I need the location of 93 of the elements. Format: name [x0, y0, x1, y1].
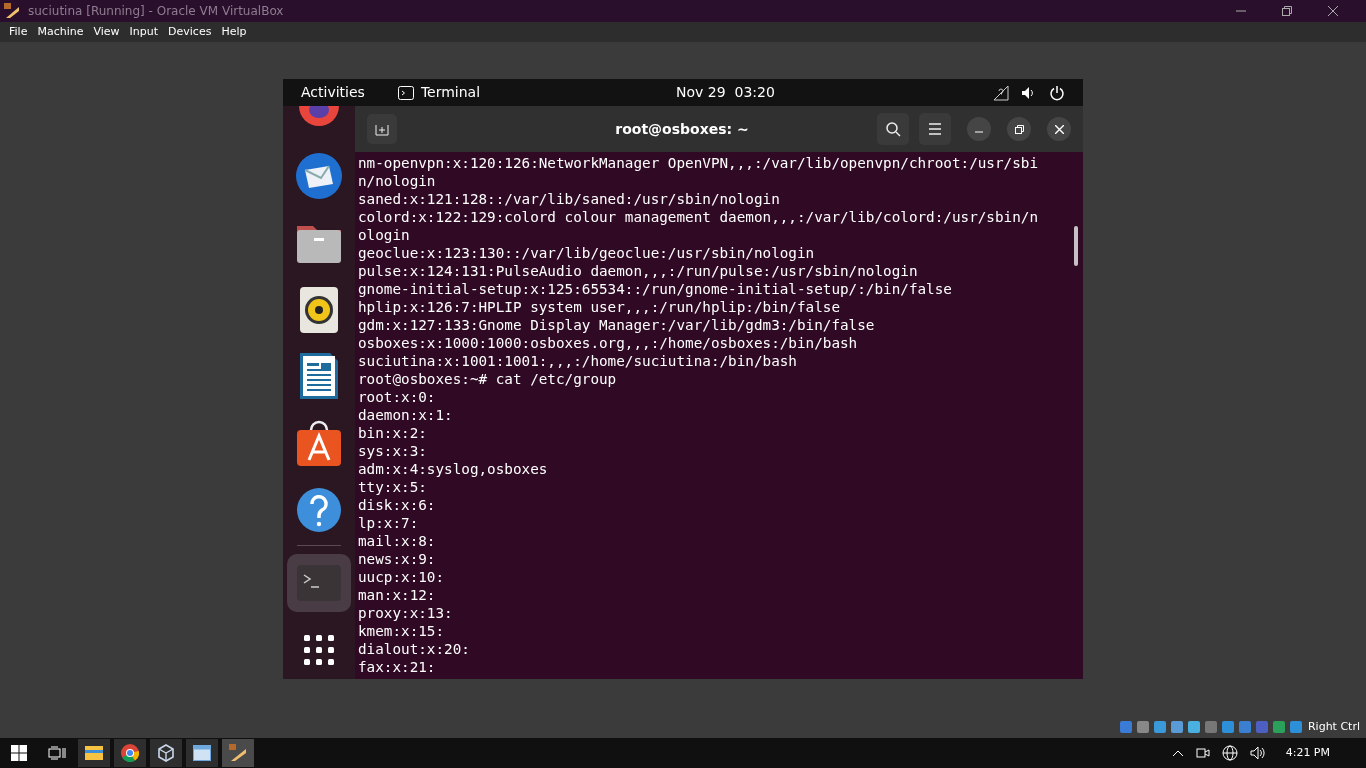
power-icon[interactable] — [1049, 84, 1065, 101]
taskbar-app[interactable] — [222, 739, 254, 767]
vm-icon — [228, 743, 248, 763]
camera-icon[interactable] — [1195, 746, 1210, 760]
menu-item[interactable]: Help — [216, 23, 252, 41]
speaker-icon — [300, 286, 338, 333]
network-icon[interactable] — [993, 84, 1009, 101]
menu-icon — [928, 123, 942, 135]
search-button[interactable] — [877, 113, 909, 145]
app-menu[interactable]: Terminal — [420, 82, 481, 103]
terminal-line: gnome-initial-setup:x:125:65534::/run/gnome-initial-setup/:/bin/false — [358, 280, 953, 298]
clock[interactable]: Nov 29 03:20 — [676, 82, 775, 103]
device-status-icon[interactable] — [1152, 719, 1167, 734]
menu-item[interactable]: File — [4, 23, 33, 41]
device-status-icon[interactable] — [1288, 719, 1303, 734]
terminal-line: geoclue:x:123:130::/var/lib/geoclue:/usr/sbin/nologin — [358, 244, 816, 262]
restore-icon[interactable] — [1282, 6, 1292, 16]
taskbar-clock[interactable]: 4:21 PM — [1285, 744, 1330, 762]
taskbar-app[interactable] — [186, 739, 218, 767]
terminal-line: adm:x:4:syslog,osboxes — [358, 460, 549, 478]
terminal-line: news:x:9: — [358, 550, 437, 568]
activities-button[interactable]: Activities — [301, 82, 365, 103]
cube-icon — [158, 744, 174, 762]
volume-icon[interactable] — [1249, 746, 1266, 760]
terminal-line: sys:x:3: — [358, 442, 428, 460]
restore-icon — [1014, 124, 1024, 134]
task-view-icon — [48, 746, 66, 760]
terminal-title: root@osboxes: ~ — [614, 119, 750, 139]
scrollbar[interactable] — [1074, 226, 1078, 266]
device-status-icon[interactable] — [1169, 719, 1184, 734]
terminal-line: n/nologin — [358, 172, 437, 190]
device-status-icon[interactable] — [1203, 719, 1218, 734]
maximize-button[interactable] — [1007, 117, 1031, 141]
terminal-line: kmem:x:15: — [358, 622, 446, 640]
window-icon — [193, 745, 211, 761]
terminal-icon — [297, 565, 341, 602]
document-icon — [300, 353, 338, 400]
taskbar-app[interactable] — [114, 739, 146, 767]
terminal-line: ologin — [358, 226, 411, 244]
new-tab-icon — [375, 122, 389, 136]
terminal-line: saned:x:121:128::/var/lib/saned:/usr/sbin/nologin — [358, 190, 781, 208]
taskbar-app[interactable] — [78, 739, 110, 767]
mail-icon — [295, 152, 343, 201]
search-icon — [885, 121, 901, 137]
device-status-icon[interactable] — [1118, 719, 1133, 734]
terminal-line: fax:x:21: — [358, 658, 437, 676]
terminal-line: gdm:x:127:133:Gnome Display Manager:/var/lib/gdm3:/bin/false — [358, 316, 876, 334]
terminal-line: lp:x:7: — [358, 514, 420, 532]
terminal-line: root@osboxes:~# cat /etc/group — [358, 370, 618, 388]
window-title: suciutina [Running] - Oracle VM VirtualBox — [28, 3, 284, 20]
terminal-line: mail:x:8: — [358, 532, 437, 550]
menu-item[interactable]: Machine — [32, 23, 89, 41]
app-icon — [4, 3, 20, 19]
menu-item[interactable]: Devices — [163, 23, 217, 41]
shopping-bag-icon — [297, 419, 341, 466]
device-status-icon[interactable] — [1220, 719, 1235, 734]
close-button[interactable] — [1047, 117, 1071, 141]
terminal-line: man:x:12: — [358, 586, 437, 604]
terminal-line: suciutina:x:1001:1001:,,,:/home/suciutina:/bin/bash — [358, 352, 798, 370]
menu-button[interactable] — [919, 113, 951, 145]
device-status-icon[interactable] — [1237, 719, 1252, 734]
device-status-icon[interactable] — [1186, 719, 1201, 734]
menu-item[interactable]: View — [88, 23, 125, 41]
terminal-line: dialout:x:20: — [358, 640, 471, 658]
globe-icon[interactable] — [1221, 745, 1238, 761]
windows-logo-icon — [11, 745, 27, 761]
terminal-line: daemon:x:1: — [358, 406, 454, 424]
taskbar-app[interactable] — [150, 739, 182, 767]
terminal-line: hplip:x:126:7:HPLIP system user,,,:/run/hplip:/bin/false — [358, 298, 842, 316]
browser-icon — [121, 744, 139, 762]
apps-grid-icon — [303, 633, 335, 666]
terminal-line: uucp:x:10: — [358, 568, 446, 586]
terminal-line: osboxes:x:1000:1000:osboxes.org,,,:/home/osboxes:/bin/bash — [358, 334, 859, 352]
host-key-label: Right Ctrl — [1307, 718, 1360, 735]
folder-icon — [85, 745, 103, 761]
new-tab-button[interactable] — [367, 114, 397, 144]
device-status-icon[interactable] — [1271, 719, 1286, 734]
terminal-line: colord:x:122:129:colord colour management daemon,,,:/var/lib/colord:/usr/sbin/n — [358, 208, 1039, 226]
close-icon — [1054, 124, 1064, 134]
help-icon — [296, 486, 342, 533]
menu-item[interactable]: Input — [124, 23, 164, 41]
terminal-line: pulse:x:124:131:PulseAudio daemon,,,:/run/pulse:/usr/sbin/nologin — [358, 262, 919, 280]
minimize-button[interactable] — [967, 117, 991, 141]
terminal-line: tty:x:5: — [358, 478, 428, 496]
chevron-up-icon[interactable] — [1171, 749, 1184, 757]
terminal-line: nm-openvpn:x:120:126:NetworkManager OpenVPN,,,:/var/lib/openvpn/chroot:/usr/sbi — [358, 154, 1039, 172]
terminal-line: root:x:0: — [358, 388, 437, 406]
terminal-line: disk:x:6: — [358, 496, 437, 514]
close-icon[interactable] — [1328, 6, 1338, 16]
terminal-line: bin:x:2: — [358, 424, 428, 442]
terminal-icon — [397, 85, 414, 100]
device-status-icon[interactable] — [1135, 719, 1150, 734]
terminal-line: proxy:x:13: — [358, 604, 454, 622]
